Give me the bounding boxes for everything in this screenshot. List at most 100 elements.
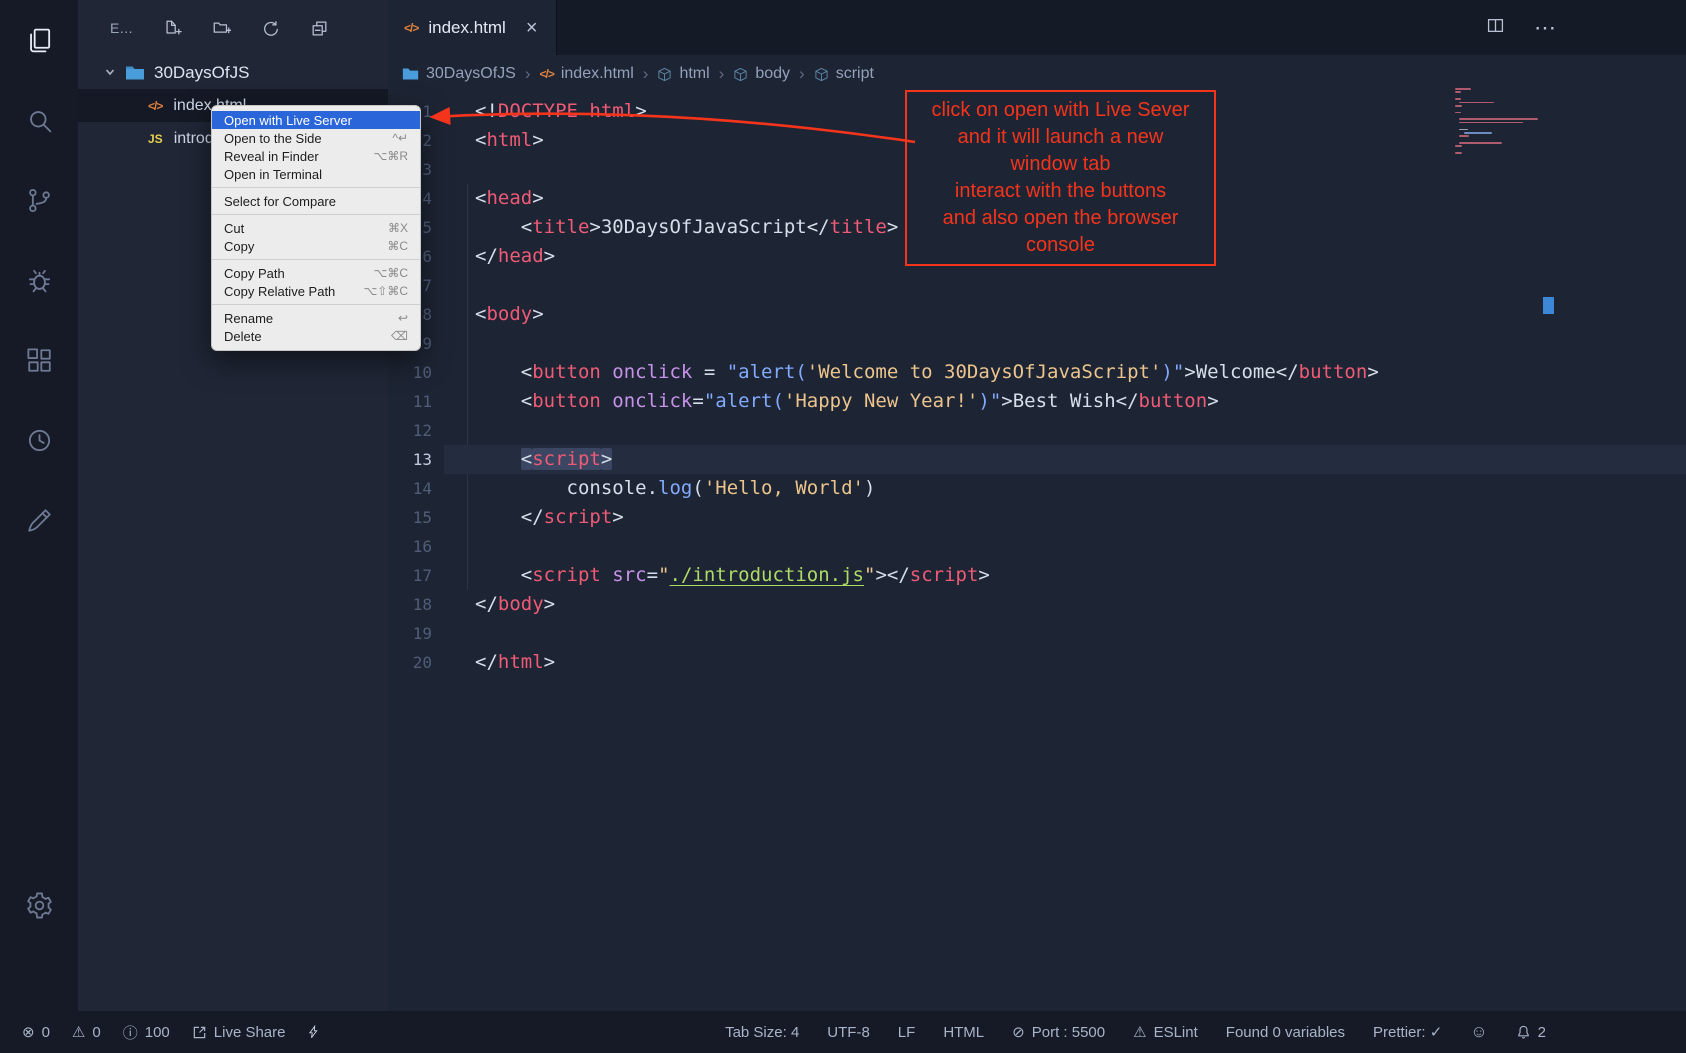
menu-item-delete[interactable]: Delete⌫ (212, 327, 420, 345)
code-line[interactable]: 9 (388, 329, 1686, 358)
minimap-line (1455, 91, 1461, 93)
pen-icon[interactable] (0, 480, 78, 560)
minimap-line (1459, 102, 1494, 104)
code-line[interactable]: 11 <button onclick="alert('Happy New Yea… (388, 387, 1686, 416)
status-lf[interactable]: LF (898, 1024, 916, 1041)
menu-item-label: Delete (224, 329, 262, 344)
status-right: Tab Size: 4 UTF-8 LF HTML ⊘Port : 5500 ⚠ESLin… (725, 1022, 1546, 1042)
folder-icon (125, 65, 145, 81)
annotation-line: interact with the buttons (909, 178, 1212, 205)
tab-index-html[interactable]: </> index.html × (388, 0, 557, 55)
breadcrumb-item-body[interactable]: body (733, 65, 790, 83)
status-utf-8[interactable]: UTF-8 (827, 1024, 870, 1041)
collapse-all-icon[interactable] (310, 19, 329, 38)
menu-separator (212, 304, 420, 305)
status-eslint[interactable]: ⚠ESLint (1133, 1023, 1198, 1041)
line-content: <body> (444, 300, 1686, 329)
code-line[interactable]: 14 console.log('Hello, World') (388, 474, 1686, 503)
status-2[interactable]: 2 (1516, 1024, 1546, 1041)
folder-item-30daysofjs[interactable]: 30DaysOfJS (78, 56, 388, 89)
menu-item-copy[interactable]: Copy⌘C (212, 237, 420, 255)
bell-icon (1516, 1025, 1531, 1040)
line-number: 11 (388, 387, 444, 416)
menu-item-reveal-in-finder[interactable]: Reveal in Finder ⌥⌘R (212, 147, 420, 165)
new-file-icon[interactable] (163, 19, 182, 38)
status-label: 2 (1538, 1024, 1546, 1041)
html-file-icon: </> (539, 67, 553, 81)
code-line[interactable]: 17 <script src="./introduction.js"></scr… (388, 561, 1686, 590)
status-found-0-variables[interactable]: Found 0 variables (1226, 1024, 1345, 1041)
settings-gear-icon[interactable] (0, 865, 78, 945)
status-0[interactable]: ⊗0 (22, 1023, 50, 1041)
new-folder-icon[interactable] (212, 19, 231, 38)
annotation-line: and it will launch a new (909, 124, 1212, 151)
line-number: 13 (388, 445, 444, 474)
code-line[interactable]: 20</html> (388, 648, 1686, 677)
breadcrumb-item-html[interactable]: html (657, 65, 709, 83)
tab-title: index.html (428, 18, 505, 38)
breadcrumb-item-script[interactable]: script (814, 65, 874, 83)
menu-separator (212, 187, 420, 188)
more-actions-icon[interactable]: ⋯ (1534, 15, 1558, 41)
menu-item-label: Reveal in Finder (224, 149, 319, 164)
close-tab-icon[interactable]: × (526, 18, 538, 38)
refresh-icon[interactable] (261, 19, 280, 38)
menu-item-label: Open with Live Server (224, 113, 352, 128)
menu-item-shortcut: ⌥⌘R (374, 149, 409, 163)
status-prettier[interactable]: Prettier: ✓ (1373, 1023, 1442, 1041)
minimap-line (1455, 152, 1462, 154)
minimap[interactable] (1455, 88, 1547, 156)
source-control-icon[interactable] (0, 160, 78, 240)
line-content (444, 532, 1686, 561)
menu-item-open-to-the-side[interactable]: Open to the Side^↵ (212, 129, 420, 147)
minimap-line (1455, 145, 1462, 147)
explorer-icon[interactable] (0, 0, 78, 80)
debug-icon[interactable] (0, 240, 78, 320)
line-number: 12 (388, 416, 444, 445)
status-label: Tab Size: 4 (725, 1024, 799, 1041)
menu-item-open-with-live-server[interactable]: Open with Live Server (212, 111, 420, 129)
code-line[interactable]: 19 (388, 619, 1686, 648)
split-editor-icon[interactable] (1487, 17, 1504, 39)
status-bar: ⊗0 ⚠0 ⓘ100 Live Share Tab Size: 4 UTF-8 LF HTM… (0, 1011, 1686, 1053)
status-0[interactable]: ⚠0 (72, 1023, 101, 1041)
status-smiley-icon[interactable]: ☺ (1470, 1022, 1487, 1042)
code-line[interactable]: 15 </script> (388, 503, 1686, 532)
code-line[interactable]: 12 (388, 416, 1686, 445)
info-icon: ⓘ (123, 1022, 138, 1043)
status-bolt-icon[interactable] (307, 1024, 320, 1040)
status-100[interactable]: ⓘ100 (123, 1022, 170, 1043)
symbol-cube-icon (733, 67, 748, 82)
menu-item-open-in-terminal[interactable]: Open in Terminal (212, 165, 420, 183)
status-html[interactable]: HTML (943, 1024, 984, 1041)
menu-separator (212, 259, 420, 260)
code-line[interactable]: 18</body> (388, 590, 1686, 619)
menu-item-copy-relative-path[interactable]: Copy Relative Path⌥⇧⌘C (212, 282, 420, 300)
activity-bar (0, 0, 78, 1011)
menu-item-select-for-compare[interactable]: Select for Compare (212, 192, 420, 210)
minimap-line (1455, 98, 1461, 100)
menu-item-rename[interactable]: Rename↩ (212, 309, 420, 327)
code-line[interactable]: 10 <button onclick = "alert('Welcome to … (388, 358, 1686, 387)
status-port-5500[interactable]: ⊘Port : 5500 (1012, 1023, 1105, 1041)
code-line[interactable]: 13 <script> (388, 445, 1686, 474)
clock-icon[interactable] (0, 400, 78, 480)
extensions-icon[interactable] (0, 320, 78, 400)
code-line[interactable]: 7 (388, 271, 1686, 300)
minimap-line (1455, 112, 1461, 114)
status-live-share[interactable]: Live Share (192, 1024, 286, 1041)
status-tab-size-4[interactable]: Tab Size: 4 (725, 1024, 799, 1041)
search-icon[interactable] (0, 80, 78, 160)
chevron-down-icon (104, 63, 116, 83)
breadcrumb-item-file[interactable]: </> index.html (539, 65, 633, 83)
breadcrumb-item-folder[interactable]: 30DaysOfJS (402, 65, 516, 83)
status-label: Prettier: ✓ (1373, 1023, 1442, 1041)
menu-item-copy-path[interactable]: Copy Path⌥⌘C (212, 264, 420, 282)
line-number: 15 (388, 503, 444, 532)
code-line[interactable]: 16 (388, 532, 1686, 561)
menu-item-cut[interactable]: Cut⌘X (212, 219, 420, 237)
code-line[interactable]: 8<body> (388, 300, 1686, 329)
minimap-line (1464, 132, 1492, 134)
warning-icon: ⚠ (72, 1023, 85, 1041)
line-content: </body> (444, 590, 1686, 619)
